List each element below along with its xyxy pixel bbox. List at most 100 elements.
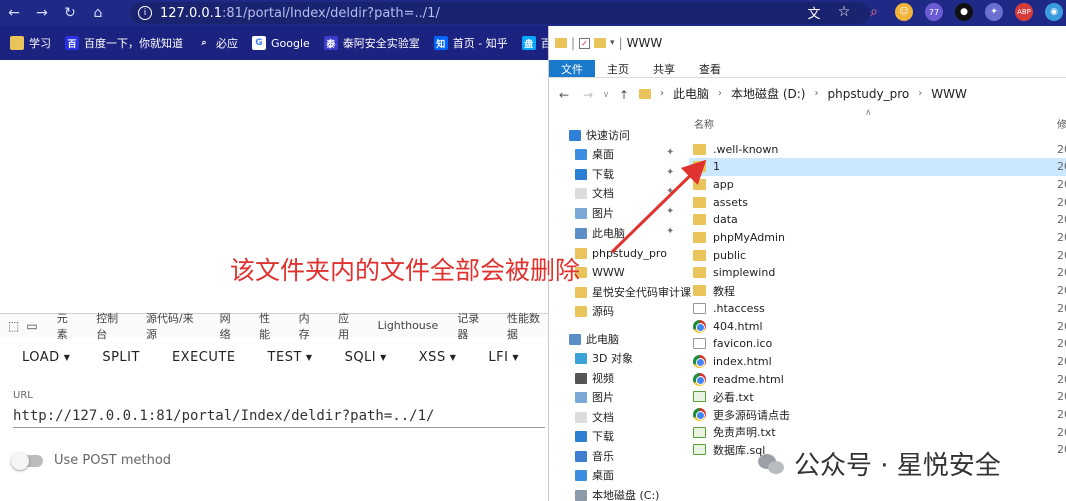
hackbar-test-button[interactable]: TEST ▼ — [268, 350, 313, 365]
adblock-icon[interactable]: ABP — [1015, 3, 1033, 21]
address-bar[interactable]: i 127.0.0.1 :81/portal/Index/deldir?path… — [130, 2, 870, 24]
column-header-date[interactable]: 修 — [1057, 116, 1066, 131]
file-row[interactable]: 免责声明.txt 20 — [689, 423, 1066, 441]
url-host: 127.0.0.1 — [160, 5, 223, 21]
devtools-tab[interactable]: 网络 — [220, 310, 241, 342]
devtools-tab[interactable]: 应用 — [338, 310, 359, 342]
bookmark-item[interactable]: 泰泰阿安全实验室 — [323, 35, 420, 51]
devtools-tab[interactable]: 元素 — [57, 310, 78, 342]
file-row[interactable]: readme.html 20 — [689, 370, 1066, 388]
file-row[interactable]: 必看.txt 20 — [689, 388, 1066, 406]
devtools-tab[interactable]: 记录器 — [457, 310, 488, 342]
breadcrumb-item[interactable]: phpstudy_pro — [827, 87, 909, 101]
file-row[interactable]: public 20 — [689, 246, 1066, 264]
device-toggle-icon[interactable]: ▭ — [26, 319, 37, 333]
file-name: index.html — [713, 354, 772, 368]
nav-item[interactable]: 图片 — [575, 204, 614, 222]
file-row[interactable]: phpMyAdmin 20 — [689, 229, 1066, 247]
nav-item[interactable]: 音乐 — [575, 447, 614, 465]
hackbar-lfi-button[interactable]: LFI ▼ — [488, 350, 519, 365]
file-row[interactable]: assets 20 — [689, 193, 1066, 211]
ribbon-tab[interactable]: 文件 — [549, 60, 595, 77]
file-row[interactable]: simplewind 20 — [689, 264, 1066, 282]
search-extension-icon[interactable]: ⌕ — [865, 3, 883, 21]
recent-dropdown-icon[interactable]: ∨ — [597, 90, 615, 100]
nav-item[interactable]: 桌面 — [575, 145, 614, 163]
bookmark-star-icon[interactable]: ☆ — [835, 3, 853, 21]
bookmark-item[interactable]: ⌕ 必应 — [197, 35, 238, 51]
file-row[interactable]: 教程 20 — [689, 282, 1066, 300]
file-row[interactable]: 更多源码请点击 20 — [689, 406, 1066, 424]
column-header-name[interactable]: 名称 — [694, 116, 714, 131]
devtools-tab[interactable]: 性能数据 — [507, 310, 548, 342]
forward-icon[interactable]: → — [579, 88, 597, 102]
breadcrumb-item[interactable]: WWW — [931, 87, 967, 101]
up-icon[interactable]: ↑ — [615, 88, 633, 102]
devtools-tab[interactable]: 内存 — [299, 310, 320, 342]
properties-icon[interactable]: ✓ — [579, 37, 591, 49]
translate-icon[interactable]: 文 — [805, 3, 823, 22]
forward-icon[interactable]: → — [28, 0, 56, 26]
url-input[interactable]: http://127.0.0.1:81/portal/Index/deldir?… — [13, 408, 434, 424]
quick-access-dropdown-icon[interactable]: ▾ — [610, 38, 615, 48]
hackbar-split-button[interactable]: SPLIT — [102, 350, 140, 365]
extensions-puzzle-icon[interactable]: ✦ — [985, 3, 1003, 21]
reload-icon[interactable]: ↻ — [56, 0, 84, 26]
new-folder-icon[interactable] — [594, 38, 607, 48]
devtools-tab[interactable]: Lighthouse — [378, 319, 439, 332]
hackbar-load-button[interactable]: LOAD ▼ — [22, 350, 70, 365]
file-row[interactable]: .well-known 20 — [689, 140, 1066, 158]
breadcrumb-item[interactable]: 本地磁盘 (D:) — [731, 85, 805, 102]
ribbon-tab[interactable]: 查看 — [687, 60, 733, 77]
nav-item[interactable]: 文档 — [575, 184, 614, 202]
ribbon-tab[interactable]: 共享 — [641, 60, 687, 77]
back-icon[interactable]: ← — [555, 88, 573, 102]
hackbar-sqli-button[interactable]: SQLI ▼ — [345, 350, 387, 365]
bookmark-item[interactable]: 百百度一下，你就知道 — [65, 35, 183, 51]
nav-item[interactable]: 视频 — [575, 369, 614, 387]
file-row[interactable]: .htaccess 20 — [689, 299, 1066, 317]
nav-item[interactable]: 图片 — [575, 388, 614, 406]
breadcrumb-item[interactable]: 此电脑 — [673, 85, 709, 102]
devtools-tab[interactable]: 源代码/来源 — [146, 310, 201, 342]
hackbar-xss-button[interactable]: XSS ▼ — [419, 350, 457, 365]
file-row[interactable]: index.html 20 — [689, 352, 1066, 370]
bookmark-item[interactable]: G Google — [252, 36, 310, 50]
home-icon[interactable]: ⌂ — [84, 0, 112, 26]
nav-item[interactable]: 下载 — [575, 165, 614, 183]
extension-badge-icon[interactable]: 77 — [925, 3, 943, 21]
file-row[interactable]: 1 20 — [689, 157, 1066, 176]
nav-item-label: phpstudy_pro — [592, 246, 667, 260]
inspect-element-icon[interactable]: ⬚ — [8, 319, 19, 333]
nav-item[interactable]: 此电脑 — [569, 330, 619, 348]
file-row[interactable]: app 20 — [689, 175, 1066, 193]
nav-item-label: 此电脑 — [586, 333, 619, 346]
file-row[interactable]: data 20 — [689, 211, 1066, 229]
nav-item[interactable]: 此电脑 — [575, 224, 625, 242]
file-row[interactable]: favicon.ico 20 — [689, 335, 1066, 353]
file-row[interactable]: 404.html 20 — [689, 317, 1066, 335]
nav-item[interactable]: WWW — [575, 263, 625, 281]
post-method-toggle[interactable] — [11, 452, 43, 470]
nav-item[interactable]: 星悦安全代码审计课 — [575, 283, 691, 301]
hackbar-button-label: SPLIT — [102, 349, 140, 365]
extension-avatar-icon[interactable]: ☺ — [895, 3, 913, 21]
bookmark-item[interactable]: 知首页 - 知乎 — [433, 35, 508, 51]
nav-item[interactable]: 下载 — [575, 427, 614, 445]
nav-item[interactable]: 文档 — [575, 408, 614, 426]
extension-dark-icon[interactable]: ● — [955, 3, 973, 21]
nav-item[interactable]: 3D 对象 — [575, 349, 633, 367]
profile-icon[interactable]: ◉ — [1045, 3, 1063, 21]
devtools-tab[interactable]: 性能 — [259, 310, 280, 342]
ribbon-tab[interactable]: 主页 — [595, 60, 641, 77]
nav-item[interactable]: 快速访问 — [569, 126, 630, 144]
hackbar-execute-button[interactable]: EXECUTE — [172, 350, 236, 365]
nav-item[interactable]: 桌面 — [575, 466, 614, 484]
nav-item[interactable]: phpstudy_pro — [575, 244, 667, 262]
bookmark-item[interactable]: 学习 — [10, 35, 51, 51]
devtools-tab[interactable]: 控制台 — [96, 310, 127, 342]
nav-item[interactable]: 本地磁盘 (C:) — [575, 486, 659, 501]
nav-item[interactable]: 源码 — [575, 302, 614, 320]
site-info-icon[interactable]: i — [138, 6, 152, 20]
back-icon[interactable]: ← — [0, 0, 28, 26]
